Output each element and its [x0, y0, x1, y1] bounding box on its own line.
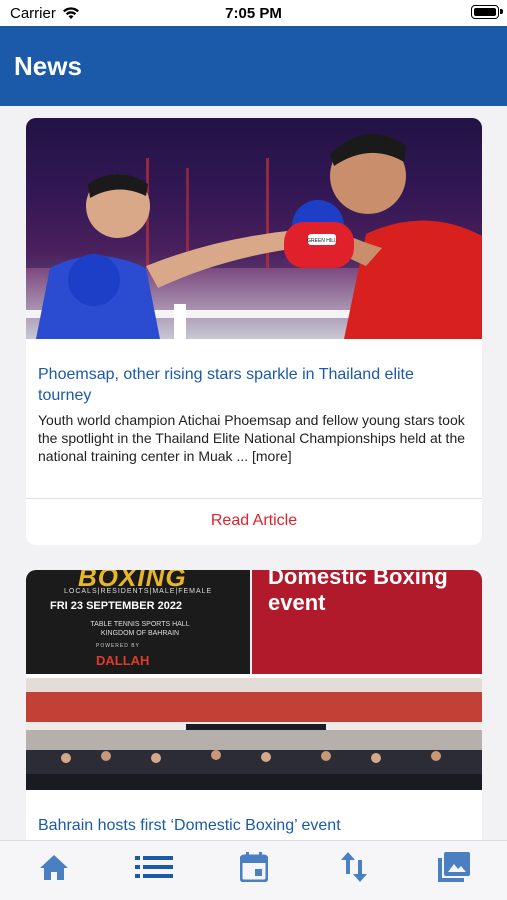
article-excerpt: Youth world champion Atichai Phoemsap an… — [38, 412, 466, 464]
list-icon — [135, 855, 173, 884]
banner-headline-line: event — [268, 590, 326, 615]
news-card[interactable]: BOXING LOCALS|RESIDENTS|MALE|FEMALE FRI … — [26, 570, 482, 840]
glove-brand-label: GREEN HILL — [307, 238, 337, 244]
arena-photo — [26, 678, 482, 790]
tab-home[interactable] — [34, 851, 74, 887]
article-title[interactable]: Phoemsap, other rising stars sparkle in … — [38, 364, 470, 406]
calendar-icon — [239, 851, 269, 887]
navigation-header: News — [0, 26, 507, 106]
news-feed[interactable]: GREEN HILL Phoemsap, other rising stars … — [0, 106, 507, 840]
tab-bar — [0, 840, 507, 900]
poster-powered-by: POWERED BY — [96, 643, 140, 649]
article-title[interactable]: Bahrain hosts first ‘Domestic Boxing’ ev… — [38, 815, 470, 836]
poster-venue-line: TABLE TENNIS SPORTS HALL — [90, 621, 190, 628]
news-card[interactable]: GREEN HILL Phoemsap, other rising stars … — [26, 118, 482, 545]
battery-tip — [500, 9, 503, 14]
tab-calendar[interactable] — [234, 851, 274, 887]
poster-venue: TABLE TENNIS SPORTS HALL KINGDOM OF BAHR… — [70, 620, 210, 638]
card-divider — [26, 498, 482, 499]
event-banner: Domestic Boxing event — [252, 570, 482, 674]
status-bar: Carrier 7:05 PM — [0, 0, 507, 26]
article-image[interactable]: GREEN HILL — [26, 118, 482, 339]
read-article-button[interactable]: Read Article — [26, 512, 482, 530]
banner-headline-line: Domestic Boxing — [268, 570, 448, 589]
poster-date: FRI 23 SEPTEMBER 2022 — [50, 600, 183, 612]
clock: 7:05 PM — [225, 5, 282, 22]
tab-rankings[interactable] — [334, 851, 374, 887]
tab-news[interactable] — [134, 851, 174, 887]
poster-sponsor-logo: DALLAH — [96, 653, 150, 668]
poster-venue-line: KINGDOM OF BAHRAIN — [100, 630, 180, 637]
banner-headline: Domestic Boxing event — [268, 570, 478, 616]
event-poster: BOXING LOCALS|RESIDENTS|MALE|FEMALE FRI … — [26, 570, 250, 674]
poster-tagline: LOCALS|RESIDENTS|MALE|FEMALE — [64, 588, 213, 595]
article-image[interactable]: BOXING LOCALS|RESIDENTS|MALE|FEMALE FRI … — [26, 570, 482, 674]
battery-icon — [471, 5, 499, 19]
tab-gallery[interactable] — [434, 851, 474, 887]
home-icon — [39, 853, 69, 886]
page-title: News — [14, 51, 82, 81]
gallery-icon — [438, 851, 470, 887]
sort-icon — [341, 851, 367, 887]
